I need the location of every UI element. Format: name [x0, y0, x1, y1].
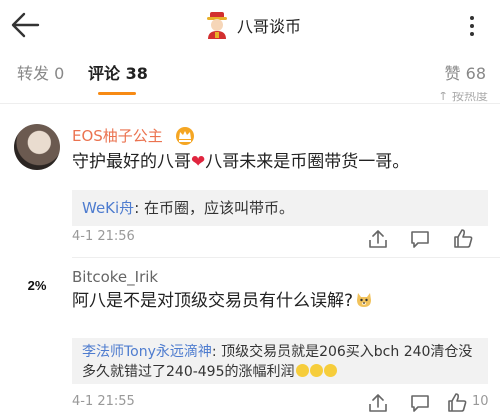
thumbs-up-icon [448, 393, 467, 412]
comment-timestamp: 4-1 21:56 [72, 229, 135, 244]
like-button[interactable] [452, 227, 474, 249]
share-button[interactable] [367, 392, 389, 414]
comment-timestamp: 4-1 21:55 [72, 394, 135, 409]
active-tab-indicator [98, 92, 136, 95]
grin-emoji-icon [309, 364, 323, 377]
grin-emoji-icon [323, 364, 337, 377]
reply-button[interactable] [409, 228, 431, 250]
like-count: 10 [472, 394, 489, 409]
tab-comment[interactable]: 评论 38 [88, 62, 148, 86]
doge-emoji-icon [357, 293, 372, 307]
back-button[interactable] [8, 7, 44, 43]
share-icon [369, 394, 387, 412]
share-button[interactable] [367, 228, 389, 250]
reply-preview[interactable]: WeKi舟: 在币圈，应该叫带币。 [72, 190, 488, 226]
thumbs-up-icon [454, 229, 473, 248]
comment-text: 守护最好的八哥❤八哥未来是币圈带货一哥。 [72, 152, 410, 172]
reply-preview[interactable]: 李法师Tony永远滴神: 顶级交易员就是206买入bch 240清仓没多久就错过… [72, 338, 488, 384]
tab-like[interactable]: 赞 68 [445, 62, 486, 86]
comment-bubble-icon [411, 231, 429, 248]
tab-bar: 转发 0 评论 38 赞 68 [0, 52, 500, 96]
tab-repost[interactable]: 转发 0 [17, 62, 64, 86]
arrow-left-icon [11, 12, 40, 38]
divider [0, 103, 500, 104]
more-button[interactable] [458, 12, 486, 40]
reply-text: : 在币圈，应该叫带币。 [134, 199, 295, 217]
avatar[interactable]: 2% [14, 262, 60, 308]
top-bar: 八哥谈币 [0, 0, 500, 52]
reply-button[interactable] [409, 392, 431, 414]
reply-author[interactable]: 李法师Tony永远滴神 [82, 344, 212, 360]
avatar[interactable] [14, 124, 60, 170]
more-vertical-icon [470, 16, 474, 20]
like-button[interactable] [446, 391, 468, 413]
heart-emoji-icon: ❤ [191, 152, 206, 172]
commenter-name[interactable]: EOS柚子公主 [72, 126, 163, 146]
comment-bubble-icon [411, 395, 429, 412]
commenter-name[interactable]: Bitcoke_Irik [72, 267, 158, 287]
comment-text: 阿八是不是对顶级交易员有什么误解? [72, 289, 373, 313]
reply-author[interactable]: WeKi舟 [82, 199, 134, 217]
page-title-group: 八哥谈币 [203, 10, 301, 40]
share-icon [369, 230, 387, 248]
vip-crown-badge-icon [176, 127, 194, 145]
grin-emoji-icon [295, 364, 309, 377]
caishen-avatar-icon [207, 12, 227, 39]
divider [72, 257, 500, 258]
page-title: 八哥谈币 [237, 17, 302, 36]
